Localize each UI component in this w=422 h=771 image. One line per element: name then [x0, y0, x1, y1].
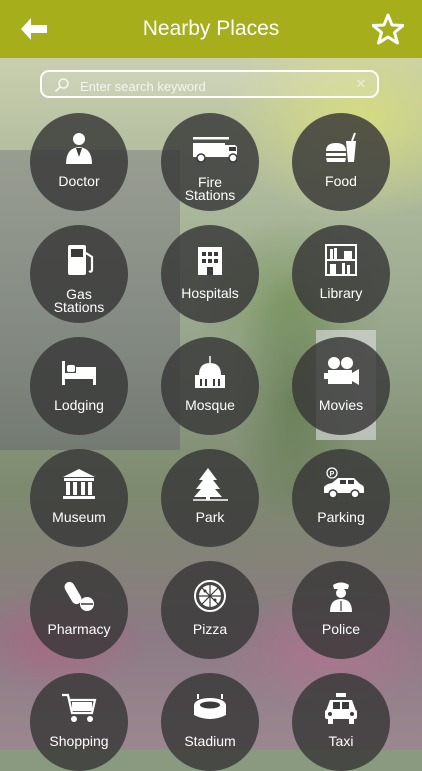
car-icon: P — [324, 467, 364, 499]
place-label: Pizza — [192, 621, 228, 637]
clear-icon[interactable]: ✕ — [353, 76, 369, 92]
fire-truck-icon — [193, 137, 237, 163]
place-hospitals[interactable]: Hospitals — [161, 225, 259, 323]
page-title: Nearby Places — [142, 17, 280, 40]
star-icon[interactable] — [372, 13, 404, 45]
hospital-icon — [198, 247, 222, 275]
place-food[interactable]: Food — [292, 113, 390, 211]
place-label: Fire Stations — [184, 174, 236, 203]
place-lodging[interactable]: Lodging — [30, 337, 128, 435]
place-parking[interactable]: P Parking — [292, 449, 390, 547]
place-label: Mosque — [185, 397, 235, 413]
place-label: Movies — [318, 397, 364, 413]
stadium-icon — [194, 694, 226, 719]
library-icon — [325, 244, 357, 276]
place-label: Pharmacy — [47, 621, 111, 637]
tree-icon — [193, 468, 228, 501]
place-label: Taxi — [328, 733, 354, 749]
place-label: Hospitals — [181, 285, 239, 301]
shopping-cart-icon — [62, 693, 97, 722]
museum-icon — [63, 469, 95, 499]
pizza-icon — [194, 580, 226, 612]
bed-icon — [62, 361, 96, 385]
pill-icon — [64, 581, 94, 611]
place-label: Shopping — [49, 733, 109, 749]
place-label: Doctor — [58, 173, 100, 189]
place-fire-stations[interactable]: Fire Stations — [161, 113, 259, 211]
place-label: Food — [325, 173, 357, 189]
place-label: Stadium — [184, 733, 236, 749]
place-museum[interactable]: Museum — [30, 449, 128, 547]
place-label: Park — [195, 509, 225, 525]
police-icon — [330, 582, 352, 612]
place-label: Lodging — [54, 397, 104, 413]
place-library[interactable]: Library — [292, 225, 390, 323]
place-label: Gas Stations — [53, 286, 105, 315]
back-arrow-icon[interactable] — [18, 15, 50, 43]
place-pharmacy[interactable]: Pharmacy — [30, 561, 128, 659]
place-stadium[interactable]: Stadium — [161, 673, 259, 771]
search-input[interactable] — [78, 74, 352, 98]
place-police[interactable]: Police — [292, 561, 390, 659]
food-icon — [326, 132, 356, 162]
place-shopping[interactable]: Shopping — [30, 673, 128, 771]
place-park[interactable]: Park — [161, 449, 259, 547]
search-bar: ✕ — [40, 70, 379, 98]
place-label: Parking — [317, 509, 365, 525]
search-icon — [54, 78, 69, 93]
place-label: Museum — [52, 509, 106, 525]
place-mosque[interactable]: Mosque — [161, 337, 259, 435]
header-bar: Nearby Places — [0, 0, 422, 58]
place-movies[interactable]: Movies — [292, 337, 390, 435]
place-label: Police — [321, 621, 361, 637]
svg-text:P: P — [330, 471, 335, 478]
movie-camera-icon — [324, 357, 359, 385]
place-taxi[interactable]: Taxi — [292, 673, 390, 771]
doctor-icon — [66, 133, 92, 164]
place-label: Library — [319, 285, 363, 301]
mosque-icon — [195, 356, 225, 388]
place-gas-stations[interactable]: Gas Stations — [30, 225, 128, 323]
taxi-icon — [325, 693, 357, 724]
place-pizza[interactable]: Pizza — [161, 561, 259, 659]
gas-pump-icon — [68, 245, 94, 275]
place-doctor[interactable]: Doctor — [30, 113, 128, 211]
